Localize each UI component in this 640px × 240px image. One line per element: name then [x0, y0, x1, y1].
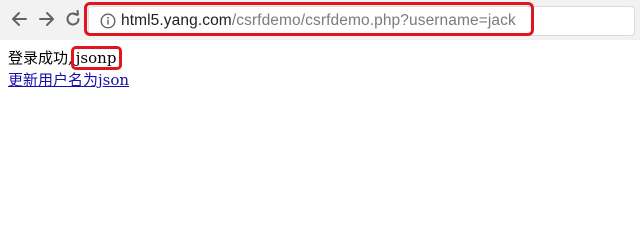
forward-arrow-icon	[39, 12, 54, 26]
username-highlight-box: jsonp	[70, 46, 123, 70]
forward-button[interactable]	[36, 8, 58, 30]
reload-icon	[66, 10, 80, 26]
reload-button[interactable]	[62, 8, 84, 30]
url-text[interactable]: html5.yang.com/csrfdemo/csrfdemo.php?use…	[121, 11, 516, 31]
update-username-link[interactable]: 更新用户名为json	[8, 70, 129, 90]
back-button[interactable]	[8, 8, 30, 30]
url-host: html5.yang.com	[121, 12, 232, 29]
address-bar[interactable]: html5.yang.com/csrfdemo/csrfdemo.php?use…	[89, 7, 634, 35]
info-icon[interactable]	[100, 13, 116, 29]
username-value: jsonp	[75, 49, 117, 67]
login-message: 登录成功,	[8, 49, 73, 67]
url-path: /csrfdemo/csrfdemo.php?username=jack	[231, 12, 516, 29]
back-arrow-icon	[12, 12, 27, 26]
browser-toolbar: html5.yang.com/csrfdemo/csrfdemo.php?use…	[0, 0, 640, 40]
page-content: 登录成功, jsonp 更新用户名为json	[8, 46, 129, 90]
login-status-line: 登录成功, jsonp	[8, 46, 129, 70]
